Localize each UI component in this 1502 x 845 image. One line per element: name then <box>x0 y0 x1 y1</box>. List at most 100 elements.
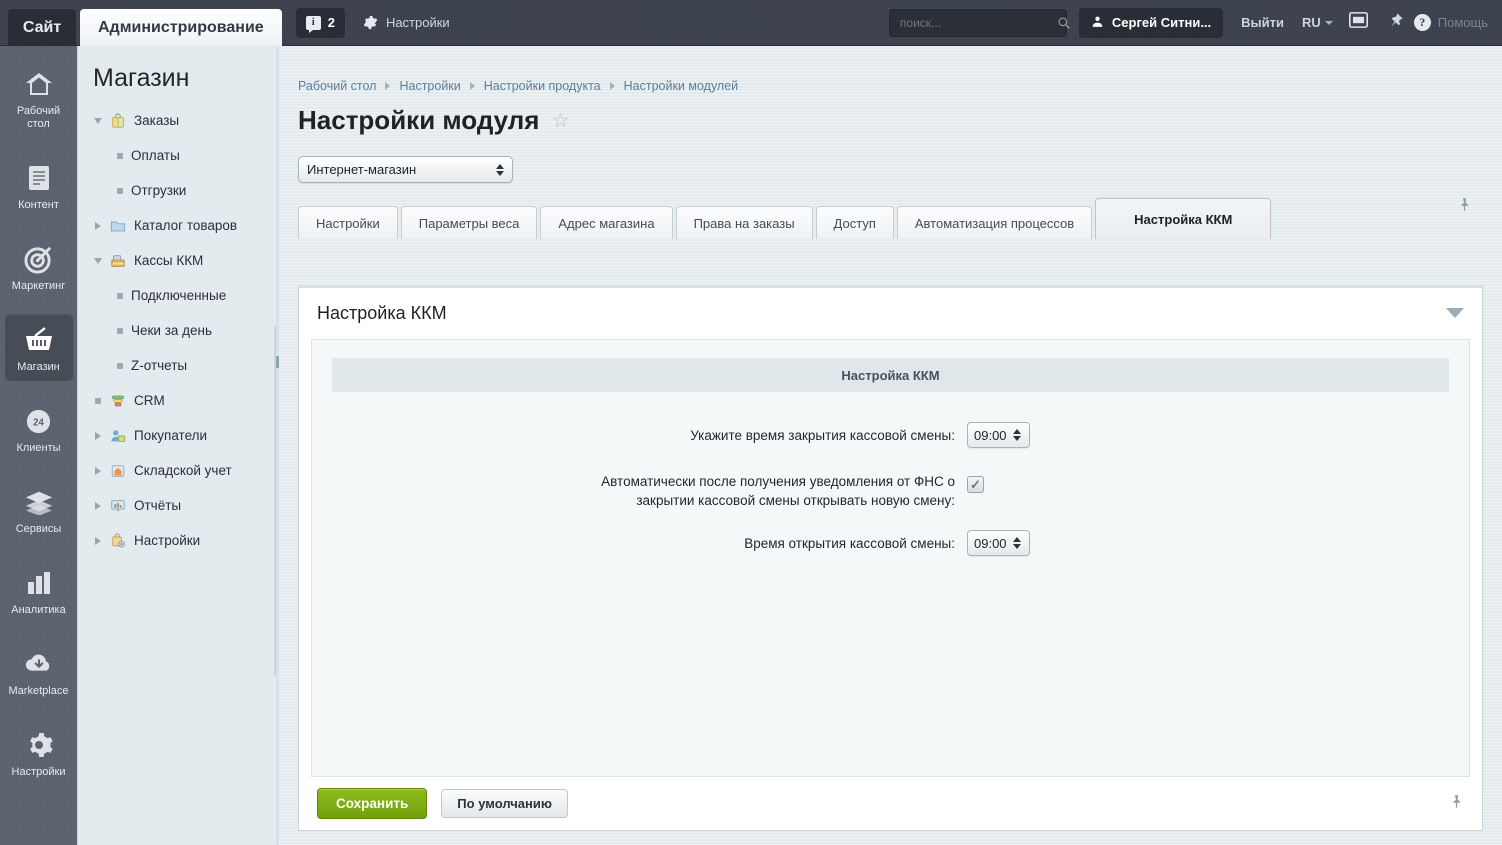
tab-settings[interactable]: Настройки <box>298 206 398 239</box>
close-time-select[interactable]: 09:00 <box>967 422 1030 448</box>
notifications-button[interactable]: i 2 <box>295 7 345 38</box>
panel-body: Настройка ККМ Укажите время закрытия кас… <box>311 339 1470 777</box>
module-select[interactable]: Интернет-магазин <box>298 156 513 183</box>
bullet-icon <box>115 187 124 194</box>
panel-heading: Настройка ККМ <box>317 302 447 323</box>
tree-label-catalog: Каталог товаров <box>134 218 238 233</box>
bag-icon <box>109 112 127 130</box>
search-input[interactable] <box>897 14 1057 31</box>
tab-weight-params[interactable]: Параметры веса <box>400 206 538 239</box>
user-menu-button[interactable]: Сергей Ситни... <box>1078 7 1224 38</box>
chevron-down-icon <box>1324 20 1333 25</box>
rail-item-clients[interactable]: 24 Клиенты <box>5 395 73 462</box>
bullet-icon <box>115 362 124 369</box>
pin-button[interactable] <box>1378 12 1414 33</box>
breadcrumb-item-2[interactable]: Настройки продукта <box>484 79 601 93</box>
save-button[interactable]: Сохранить <box>317 788 428 819</box>
chevron-down-icon[interactable] <box>1446 308 1464 318</box>
rail-item-settings[interactable]: Настройки <box>5 719 73 786</box>
tree-item-cashboxes[interactable]: Кассы ККМ <box>79 243 276 278</box>
tree-label-settings: Настройки <box>134 533 201 548</box>
tree-item-customers[interactable]: Покупатели <box>79 418 276 453</box>
topbar-settings-button[interactable]: Настройки <box>363 15 450 30</box>
breadcrumb-item-3[interactable]: Настройки модулей <box>624 79 739 93</box>
help-button[interactable]: ? Помощь <box>1413 14 1502 31</box>
tab-process-automation[interactable]: Автоматизация процессов <box>896 206 1093 239</box>
search-icon[interactable] <box>1057 16 1071 30</box>
twisty-down-icon[interactable] <box>93 117 102 124</box>
tree-item-settings[interactable]: Настройки <box>79 523 276 558</box>
label-auto-open: Автоматически после получения уведомлени… <box>312 468 967 510</box>
chevron-updown-icon <box>496 163 504 176</box>
bullet-icon <box>115 327 124 334</box>
breadcrumb-item-1[interactable]: Настройки <box>399 79 460 93</box>
tree-item-zreports[interactable]: Z-отчеты <box>79 348 276 383</box>
tree-label-reports: Отчёты <box>134 498 182 513</box>
tab-bar: Настройки Параметры веса Адрес магазина … <box>279 183 1502 239</box>
rail-item-marketplace[interactable]: Marketplace <box>5 638 73 705</box>
tree-label-payments: Оплаты <box>131 148 180 163</box>
tree-item-receipts[interactable]: Чеки за день <box>79 313 276 348</box>
rail-label-content: Контент <box>18 199 59 211</box>
pin-tabs-button[interactable] <box>1457 197 1472 217</box>
tree-item-reports[interactable]: Отчёты <box>79 488 276 523</box>
auto-open-checkbox[interactable]: ✓ <box>967 476 984 493</box>
tree-label-receipts: Чеки за день <box>131 323 213 338</box>
panel-toggle-button[interactable] <box>1339 12 1378 33</box>
tree-item-crm[interactable]: CRM <box>79 383 276 418</box>
twisty-right-icon[interactable] <box>93 221 102 230</box>
search-box[interactable] <box>888 8 1070 37</box>
twisty-right-icon[interactable] <box>93 431 102 440</box>
tree-label-orders: Заказы <box>134 113 180 128</box>
tree-panel: Магазин Заказы Оплаты Отгрузки Каталог т… <box>79 46 277 845</box>
notifications-count: 2 <box>327 15 335 30</box>
kkm-form: Укажите время закрытия кассовой смены: 0… <box>312 392 1469 556</box>
rail-label-settings: Настройки <box>11 766 66 778</box>
rail-item-shop[interactable]: Магазин <box>4 314 73 381</box>
tree-label-cashboxes: Кассы ККМ <box>134 253 204 268</box>
twisty-right-icon[interactable] <box>93 536 102 545</box>
rail-item-marketing[interactable]: Маркетинг <box>5 233 73 300</box>
tree-item-warehouse[interactable]: Складской учет <box>79 453 276 488</box>
info-icon: i <box>305 15 321 33</box>
warehouse-icon <box>109 462 127 480</box>
pin-actionbar-button[interactable] <box>1449 794 1464 814</box>
pin-icon <box>1461 198 1469 211</box>
tree-item-orders[interactable]: Заказы <box>79 103 276 138</box>
tree-item-shipments[interactable]: Отгрузки <box>79 173 276 208</box>
logout-button[interactable]: Выйти <box>1229 15 1296 30</box>
tree-item-connected[interactable]: Подключенные <box>79 278 276 313</box>
bullet-icon <box>115 292 124 299</box>
admin-tab[interactable]: Администрирование <box>80 9 282 46</box>
cloud-download-icon <box>7 647 71 681</box>
rail-label-shop: Магазин <box>17 361 60 373</box>
twisty-right-icon[interactable] <box>93 466 102 475</box>
close-time-value: 09:00 <box>974 427 1007 443</box>
label-auto-open-line1: Автоматически после получения уведомлени… <box>601 474 955 489</box>
rail-item-content[interactable]: Контент <box>5 152 73 219</box>
form-row-close-time: Укажите время закрытия кассовой смены: 0… <box>312 422 1469 448</box>
rail-label-desktop-2: стол <box>27 118 50 130</box>
tab-access[interactable]: Доступ <box>815 206 894 239</box>
twisty-down-icon[interactable] <box>93 257 102 264</box>
twisty-right-icon[interactable] <box>93 501 102 510</box>
language-switcher[interactable]: RU <box>1296 15 1339 30</box>
open-time-select[interactable]: 09:00 <box>967 530 1030 556</box>
breadcrumb-item-0[interactable]: Рабочий стол <box>298 79 376 93</box>
control-auto-open: ✓ <box>967 468 984 493</box>
tab-order-rights[interactable]: Права на заказы <box>675 206 813 239</box>
rail-item-analytics[interactable]: Аналитика <box>5 557 73 624</box>
action-bar: Сохранить По умолчанию <box>298 777 1483 831</box>
folder-icon <box>109 217 127 235</box>
rail-item-desktop[interactable]: Рабочий стол <box>5 58 73 138</box>
site-tab[interactable]: Сайт <box>8 9 76 46</box>
rail-item-services[interactable]: Сервисы <box>5 476 73 543</box>
star-icon[interactable]: ☆ <box>551 108 569 133</box>
tab-shop-address[interactable]: Адрес магазина <box>540 206 673 239</box>
question-icon: ? <box>1413 14 1431 31</box>
page-title-row: Настройки модуля ☆ <box>279 93 1502 136</box>
tab-kkm-settings[interactable]: Настройка ККМ <box>1095 198 1272 239</box>
restore-defaults-button[interactable]: По умолчанию <box>441 789 568 818</box>
tree-item-catalog[interactable]: Каталог товаров <box>79 208 276 243</box>
tree-item-payments[interactable]: Оплаты <box>79 138 276 173</box>
